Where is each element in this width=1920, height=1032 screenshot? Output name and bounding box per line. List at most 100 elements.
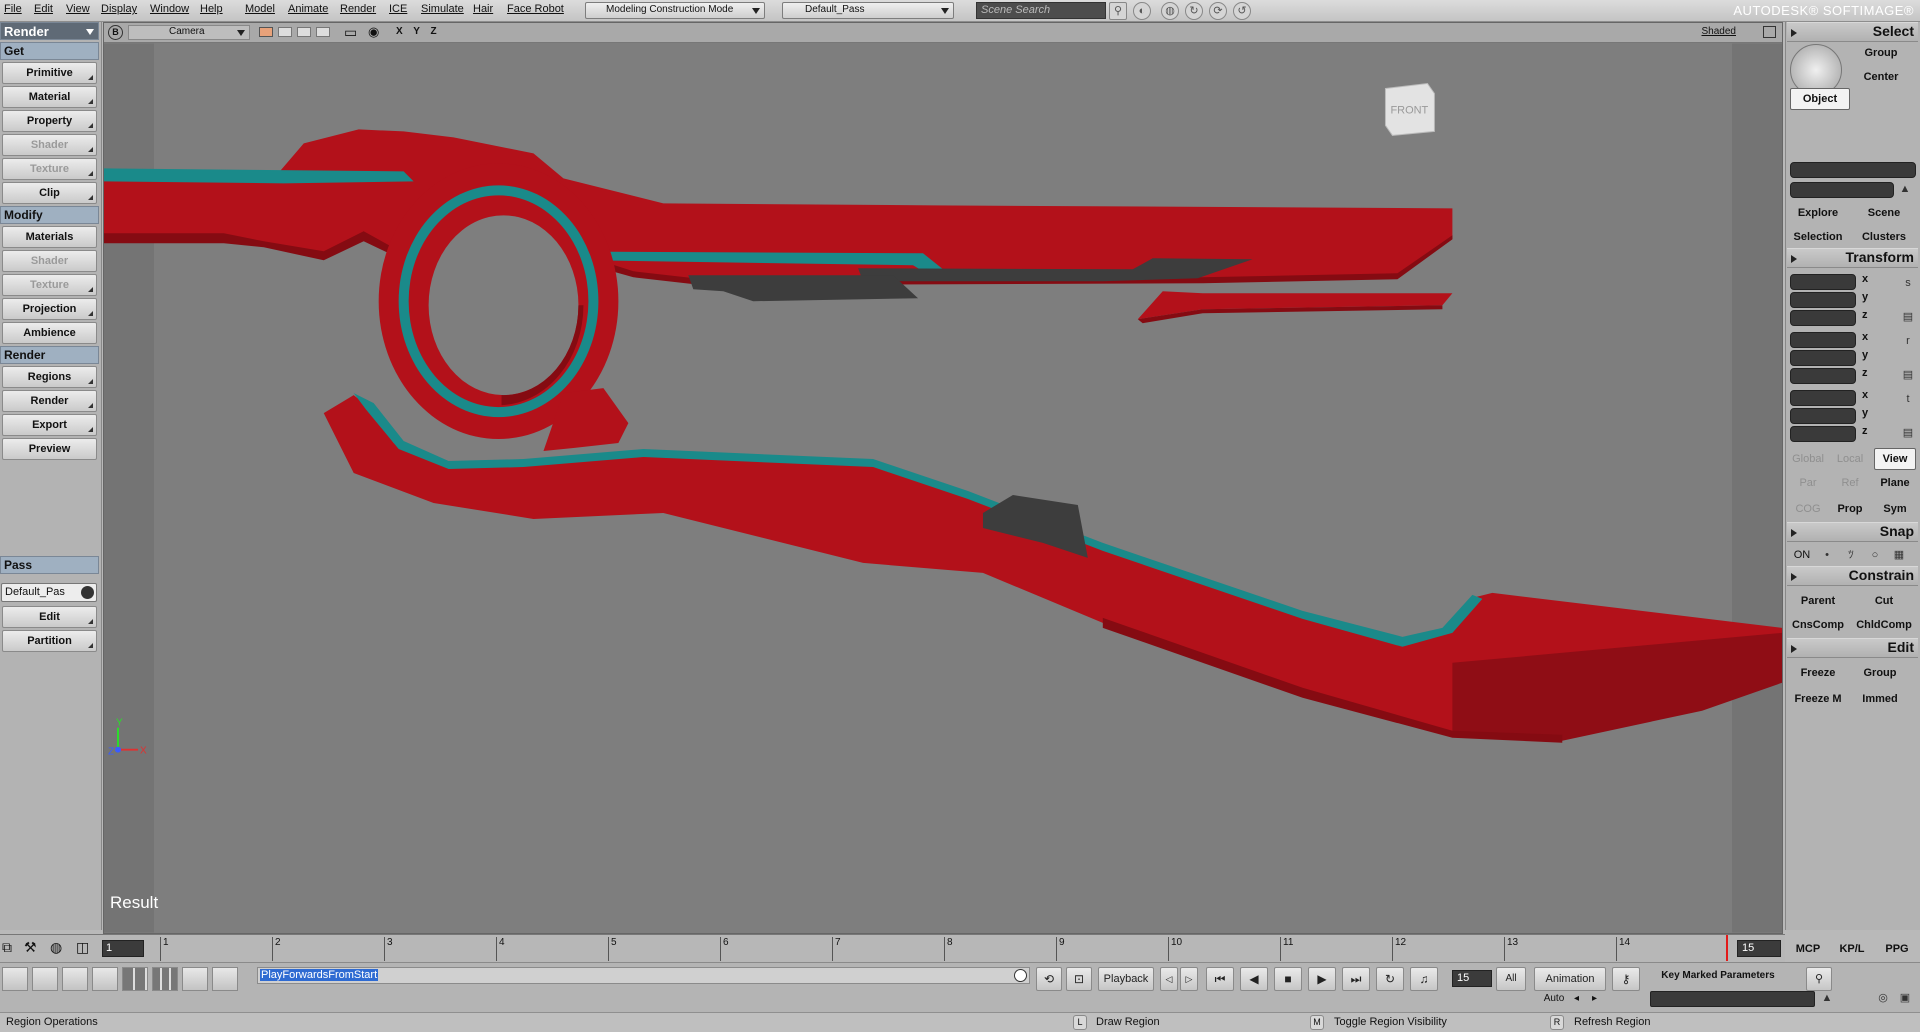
stop-icon[interactable]: ■	[1274, 967, 1302, 991]
menu-display[interactable]: Display	[101, 3, 137, 15]
select-empty-slot[interactable]	[1790, 114, 1850, 136]
key-marked-parameters-button[interactable]: Key Marked Parameters	[1648, 965, 1788, 987]
scene-render[interactable]: FRONT Y X Z	[104, 43, 1782, 933]
refresh-icon[interactable]: ↻	[1185, 2, 1203, 20]
current-frame-field[interactable]: 15	[1452, 970, 1492, 987]
keying-set-field[interactable]	[1650, 991, 1815, 1007]
panel-toggle-icon[interactable]: ◫	[76, 939, 89, 956]
key-icon[interactable]: ⚷	[1612, 967, 1640, 991]
play-icon[interactable]: ▶	[1308, 967, 1336, 991]
par-button[interactable]: Par	[1788, 472, 1828, 494]
menu-view[interactable]: View	[66, 3, 90, 15]
sphere-icon[interactable]: ◍	[50, 939, 62, 956]
start-frame-field[interactable]: 1	[102, 940, 144, 957]
monitor-icon[interactable]: ▭	[344, 24, 357, 41]
viewport-letter[interactable]: B	[108, 25, 123, 40]
wrench-icon[interactable]: ⚒	[24, 939, 37, 956]
freeze-button[interactable]: Freeze	[1788, 662, 1848, 684]
modify-projection-button[interactable]: Projection	[2, 298, 97, 320]
snap-point-icon[interactable]: •	[1820, 548, 1834, 562]
parent-button[interactable]: Parent	[1788, 590, 1848, 612]
select-object-button[interactable]: Object	[1790, 88, 1850, 110]
last-frame-icon[interactable]: ⏭	[1342, 967, 1370, 991]
cycle-icon[interactable]: ↺	[1233, 2, 1251, 20]
selection-text-field[interactable]	[1790, 182, 1894, 198]
cut-button[interactable]: Cut	[1852, 590, 1916, 612]
select-filter-dropdown[interactable]	[1790, 136, 1916, 158]
scale-z-field[interactable]	[1790, 310, 1856, 326]
maximize-icon[interactable]	[1763, 26, 1776, 38]
construction-mode-dropdown[interactable]: Modeling Construction Mode	[585, 2, 765, 19]
all-button[interactable]: All	[1496, 967, 1526, 991]
get-primitive-button[interactable]: Primitive	[2, 62, 97, 84]
menu-simulate[interactable]: Simulate	[421, 3, 464, 15]
auto-key-toggle[interactable]: Auto	[1534, 993, 1574, 1004]
modify-shader-button[interactable]: Shader	[2, 250, 97, 272]
menu-face-robot[interactable]: Face Robot	[507, 3, 564, 15]
plane-button[interactable]: Plane	[1874, 472, 1916, 494]
freeze-m-button[interactable]: Freeze M	[1788, 688, 1848, 710]
translate-y-field[interactable]	[1790, 408, 1856, 424]
playhead-marker[interactable]	[1726, 935, 1728, 961]
layout-bottom-icon[interactable]	[62, 967, 88, 991]
playback-command-field[interactable]: PlayForwardsFromStart	[257, 967, 1030, 984]
view-button[interactable]: View	[1874, 448, 1916, 470]
snap-on-toggle[interactable]: ON	[1788, 544, 1816, 566]
select-center-button[interactable]: Center	[1846, 66, 1916, 88]
pass-partition-button[interactable]: Partition	[2, 630, 97, 652]
search-icon[interactable]: ⚲	[1109, 2, 1127, 20]
layout-grid-icon[interactable]	[152, 967, 178, 991]
menu-render[interactable]: Render	[340, 3, 376, 15]
layout-side-icon[interactable]	[92, 967, 118, 991]
modify-materials-button[interactable]: Materials	[2, 226, 97, 248]
playback-menu-button[interactable]: Playback	[1098, 967, 1154, 991]
layout-single-icon[interactable]	[2, 967, 28, 991]
globe-icon[interactable]: ◍	[1161, 2, 1179, 20]
translate-icon[interactable]: t	[1901, 392, 1915, 406]
display-mode-dropdown[interactable]: Shaded	[1702, 26, 1736, 37]
mcp-tab[interactable]: MCP	[1789, 938, 1827, 960]
navigation-cube[interactable]: FRONT	[1384, 82, 1435, 136]
rotate-y-field[interactable]	[1790, 350, 1856, 366]
local-button[interactable]: Local	[1830, 448, 1870, 470]
layout-quad-icon[interactable]	[122, 967, 148, 991]
edit-group-button[interactable]: Group	[1852, 662, 1908, 684]
pass-edit-button[interactable]: Edit	[2, 606, 97, 628]
snap-grid-icon[interactable]: ▦	[1892, 548, 1906, 562]
rotate-z-field[interactable]	[1790, 368, 1856, 384]
cnscomp-button[interactable]: CnsComp	[1788, 614, 1848, 636]
arrow-left-icon[interactable]: ◂	[1574, 993, 1579, 1004]
menu-window[interactable]: Window	[150, 3, 189, 15]
timeline[interactable]: ⧉ ⚒ ◍ ◫ 1 1 2 3 4 5 6 7 8 9 10 11 12 13 …	[0, 934, 1909, 962]
scale-icon[interactable]: s	[1901, 276, 1915, 290]
arrow-right-icon[interactable]: ▸	[1592, 993, 1597, 1004]
eye-icon[interactable]: ◉	[368, 24, 379, 40]
layout-split-icon[interactable]	[182, 967, 208, 991]
link-icon[interactable]: ⟲	[1036, 967, 1062, 991]
animation-menu-button[interactable]: Animation	[1534, 967, 1606, 991]
select-section-title[interactable]: Select	[1787, 22, 1918, 42]
prev-key-icon[interactable]: ◁	[1160, 967, 1178, 991]
toolbar-mode-title[interactable]: Render	[0, 22, 99, 40]
snap-section-title[interactable]: Snap	[1787, 522, 1918, 542]
pass-select[interactable]: Default_Pas	[1, 583, 97, 602]
menu-animate[interactable]: Animate	[288, 3, 328, 15]
camera-layout-icon[interactable]	[316, 27, 330, 37]
ref-button[interactable]: Ref	[1830, 472, 1870, 494]
filter-icon[interactable]: ◐	[1133, 2, 1151, 20]
edit-section-title[interactable]: Edit	[1787, 638, 1918, 658]
sym-button[interactable]: Sym	[1874, 498, 1916, 520]
camera-layout-icon[interactable]	[278, 27, 292, 37]
viewport-b[interactable]: B Camera ▭ ◉ X Y Z Shaded FRONT Y X Z Re…	[103, 22, 1783, 934]
render-export-button[interactable]: Export	[2, 414, 97, 436]
first-frame-icon[interactable]: ⏮	[1206, 967, 1234, 991]
explore-button[interactable]: Explore	[1788, 202, 1848, 224]
kpl-tab[interactable]: KP/L	[1831, 938, 1873, 960]
get-material-button[interactable]: Material	[2, 86, 97, 108]
modify-texture-button[interactable]: Texture	[2, 274, 97, 296]
step-back-icon[interactable]: ◀	[1240, 967, 1268, 991]
prop-button[interactable]: Prop	[1830, 498, 1870, 520]
lock-icon[interactable]: ▤	[1901, 310, 1915, 324]
select-group-button[interactable]: Group	[1846, 42, 1916, 64]
lock-icon[interactable]: ▣	[1898, 991, 1912, 1005]
